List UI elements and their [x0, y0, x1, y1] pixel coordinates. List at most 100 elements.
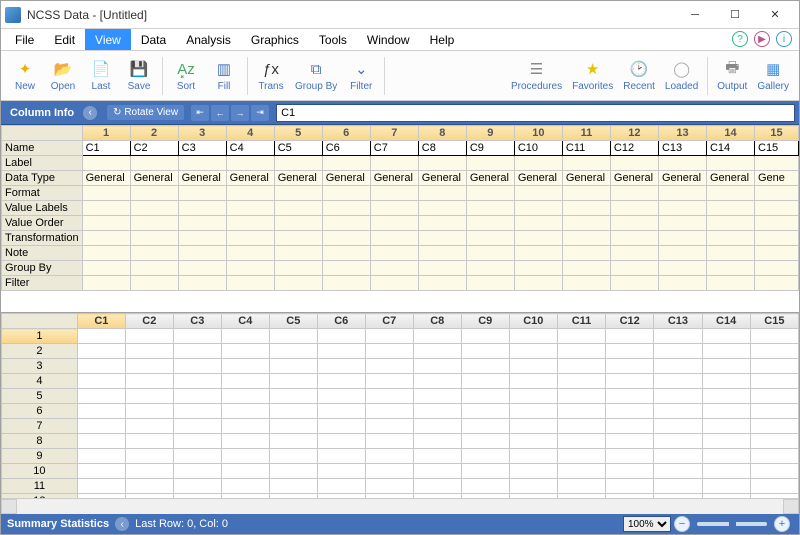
data-cell[interactable] — [317, 404, 365, 419]
data-cell[interactable] — [654, 494, 702, 499]
data-cell[interactable] — [606, 419, 654, 434]
info-cell[interactable]: C11 — [562, 141, 610, 156]
info-cell[interactable]: General — [706, 171, 754, 186]
info-cell[interactable]: C6 — [322, 141, 370, 156]
info-cell[interactable] — [178, 246, 226, 261]
data-cell[interactable] — [77, 434, 125, 449]
toolbar-sort-button[interactable]: A͓zSort — [168, 54, 204, 98]
data-cell[interactable] — [461, 419, 509, 434]
data-cell[interactable] — [413, 359, 461, 374]
column-number-header[interactable]: 13 — [658, 126, 706, 141]
info-cell[interactable] — [562, 186, 610, 201]
data-cell[interactable] — [365, 359, 413, 374]
data-cell[interactable] — [702, 404, 750, 419]
data-cell[interactable] — [750, 449, 798, 464]
info-cell[interactable] — [706, 261, 754, 276]
data-cell[interactable] — [557, 449, 605, 464]
menu-tools[interactable]: Tools — [309, 29, 357, 50]
data-cell[interactable] — [221, 404, 269, 419]
data-cell[interactable] — [269, 419, 317, 434]
column-number-header[interactable]: 2 — [130, 126, 178, 141]
row-header-label[interactable]: Label — [2, 156, 83, 171]
data-cell[interactable] — [702, 494, 750, 499]
info-cell[interactable]: C15 — [755, 141, 799, 156]
data-row-header[interactable]: 3 — [2, 359, 78, 374]
scroll-right-icon[interactable] — [783, 499, 799, 514]
info-cell[interactable] — [706, 201, 754, 216]
data-cell[interactable] — [125, 359, 173, 374]
toolbar-favorites-button[interactable]: ★Favorites — [568, 54, 617, 98]
data-cell[interactable] — [77, 494, 125, 499]
toolbar-fill-button[interactable]: ▥Fill — [206, 54, 242, 98]
info-cell[interactable] — [658, 186, 706, 201]
data-cell[interactable] — [557, 434, 605, 449]
info-cell[interactable] — [755, 186, 799, 201]
column-number-header[interactable]: 8 — [418, 126, 466, 141]
data-cell[interactable] — [173, 344, 221, 359]
info-cell[interactable] — [274, 216, 322, 231]
info-cell[interactable] — [226, 156, 274, 171]
info-cell[interactable] — [370, 216, 418, 231]
info-cell[interactable] — [514, 261, 562, 276]
info-cell[interactable] — [226, 246, 274, 261]
info-cell[interactable] — [706, 216, 754, 231]
data-cell[interactable] — [702, 329, 750, 344]
info-cell[interactable] — [322, 201, 370, 216]
info-cell[interactable] — [706, 246, 754, 261]
data-cell[interactable] — [461, 389, 509, 404]
info-cell[interactable] — [322, 156, 370, 171]
data-cell[interactable] — [173, 494, 221, 499]
info-cell[interactable]: General — [418, 171, 466, 186]
data-cell[interactable] — [77, 449, 125, 464]
info-cell[interactable]: General — [226, 171, 274, 186]
data-cell[interactable] — [413, 494, 461, 499]
info-cell[interactable] — [610, 201, 658, 216]
info-cell[interactable] — [562, 276, 610, 291]
info-cell[interactable] — [755, 231, 799, 246]
info-cell[interactable] — [130, 261, 178, 276]
row-header-value-labels[interactable]: Value Labels — [2, 201, 83, 216]
menu-edit[interactable]: Edit — [44, 29, 85, 50]
data-cell[interactable] — [606, 359, 654, 374]
column-info-grid[interactable]: 123456789101112131415NameC1C2C3C4C5C6C7C… — [1, 125, 799, 313]
info-cell[interactable] — [658, 261, 706, 276]
toolbar-recent-button[interactable]: 🕑Recent — [619, 54, 659, 98]
info-cell[interactable] — [82, 201, 130, 216]
data-row-header[interactable]: 2 — [2, 344, 78, 359]
data-cell[interactable] — [606, 464, 654, 479]
data-cell[interactable] — [654, 449, 702, 464]
info-cell[interactable] — [562, 231, 610, 246]
data-cell[interactable] — [221, 374, 269, 389]
data-cell[interactable] — [365, 404, 413, 419]
toolbar-loaded-button[interactable]: ◯Loaded — [661, 54, 702, 98]
info-cell[interactable] — [658, 276, 706, 291]
data-cell[interactable] — [654, 329, 702, 344]
info-cell[interactable] — [562, 156, 610, 171]
data-cell[interactable] — [702, 449, 750, 464]
data-cell[interactable] — [269, 464, 317, 479]
data-cell[interactable] — [750, 329, 798, 344]
data-cell[interactable] — [654, 359, 702, 374]
info-cell[interactable] — [514, 156, 562, 171]
column-number-header[interactable]: 4 — [226, 126, 274, 141]
toolbar-trans-button[interactable]: ƒxTrans — [253, 54, 289, 98]
collapse-icon[interactable]: ‹ — [83, 106, 97, 120]
data-cell[interactable] — [125, 494, 173, 499]
info-icon[interactable]: i — [776, 31, 792, 47]
info-cell[interactable] — [322, 216, 370, 231]
data-cell[interactable] — [221, 419, 269, 434]
zoom-select[interactable]: 100% — [623, 516, 671, 532]
data-cell[interactable] — [461, 479, 509, 494]
cell-reference-input[interactable] — [276, 104, 795, 122]
menu-file[interactable]: File — [5, 29, 44, 50]
info-cell[interactable] — [82, 216, 130, 231]
info-cell[interactable] — [130, 231, 178, 246]
info-cell[interactable] — [370, 231, 418, 246]
data-cell[interactable] — [413, 464, 461, 479]
info-cell[interactable] — [466, 216, 514, 231]
data-cell[interactable] — [413, 479, 461, 494]
info-cell[interactable] — [274, 201, 322, 216]
data-cell[interactable] — [606, 434, 654, 449]
data-row-header[interactable]: 9 — [2, 449, 78, 464]
data-col-header[interactable]: C15 — [750, 314, 798, 329]
